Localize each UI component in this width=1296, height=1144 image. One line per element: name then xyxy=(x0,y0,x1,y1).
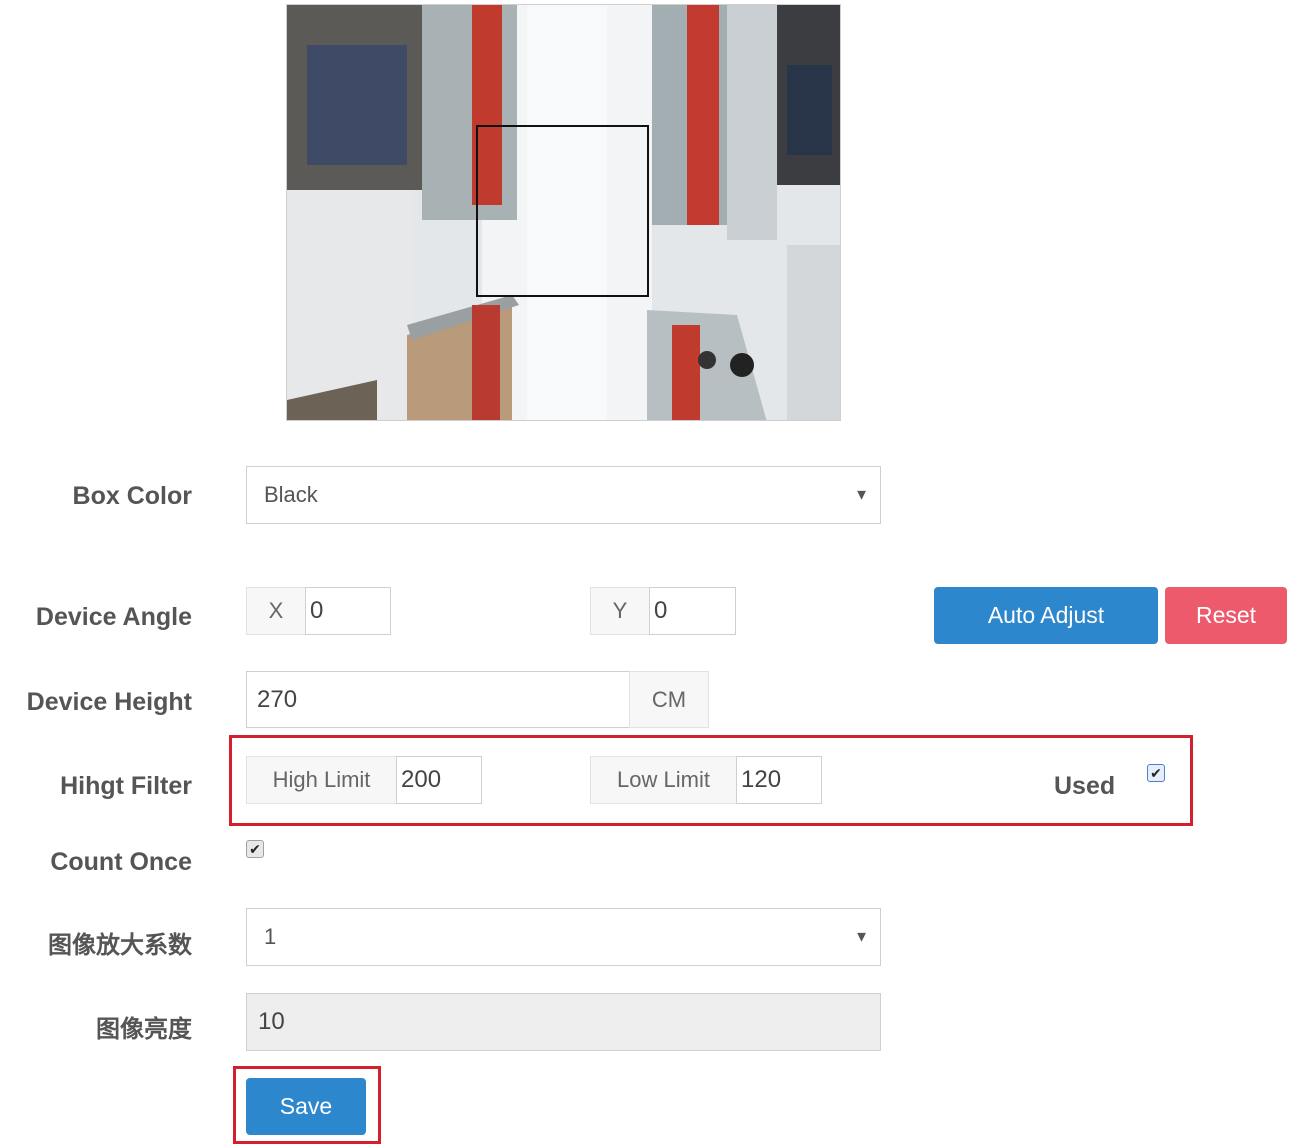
checkmark-icon: ✔ xyxy=(1150,765,1162,781)
used-label: Used xyxy=(1054,772,1116,800)
low-limit-addon: Low Limit xyxy=(590,756,737,804)
chevron-down-icon: ▼ xyxy=(854,928,869,946)
chevron-down-icon: ▼ xyxy=(854,486,869,504)
height-filter-label: Hihgt Filter xyxy=(60,772,192,800)
device-height-label: Device Height xyxy=(26,688,192,716)
device-angle-label: Device Angle xyxy=(35,603,192,631)
camera-preview xyxy=(286,4,841,421)
zoom-factor-value: 1 xyxy=(264,924,277,949)
box-color-label: Box Color xyxy=(72,482,192,510)
zoom-factor-label: 图像放大系数 xyxy=(48,931,192,959)
brightness-input: 10 xyxy=(246,993,881,1051)
box-color-select[interactable]: Black ▼ xyxy=(246,466,881,524)
angle-x-addon: X xyxy=(246,587,306,635)
auto-adjust-button[interactable]: Auto Adjust xyxy=(934,587,1158,644)
device-height-input[interactable]: 270 xyxy=(246,671,630,728)
save-button[interactable]: Save xyxy=(246,1078,366,1135)
high-limit-input[interactable]: 200 xyxy=(396,756,482,804)
count-once-checkbox[interactable]: ✔ xyxy=(246,840,264,858)
angle-y-addon: Y xyxy=(590,587,650,635)
high-limit-addon: High Limit xyxy=(246,756,397,804)
reset-button[interactable]: Reset xyxy=(1165,587,1287,644)
angle-x-input[interactable]: 0 xyxy=(305,587,391,635)
used-checkbox[interactable]: ✔ xyxy=(1147,764,1165,782)
checkmark-icon: ✔ xyxy=(249,841,261,857)
low-limit-input[interactable]: 120 xyxy=(736,756,822,804)
zoom-factor-select[interactable]: 1 ▼ xyxy=(246,908,881,966)
brightness-label: 图像亮度 xyxy=(96,1015,192,1043)
count-once-label: Count Once xyxy=(50,848,192,876)
angle-y-input[interactable]: 0 xyxy=(649,587,736,635)
device-height-unit: CM xyxy=(629,671,709,728)
box-color-value: Black xyxy=(264,482,318,507)
